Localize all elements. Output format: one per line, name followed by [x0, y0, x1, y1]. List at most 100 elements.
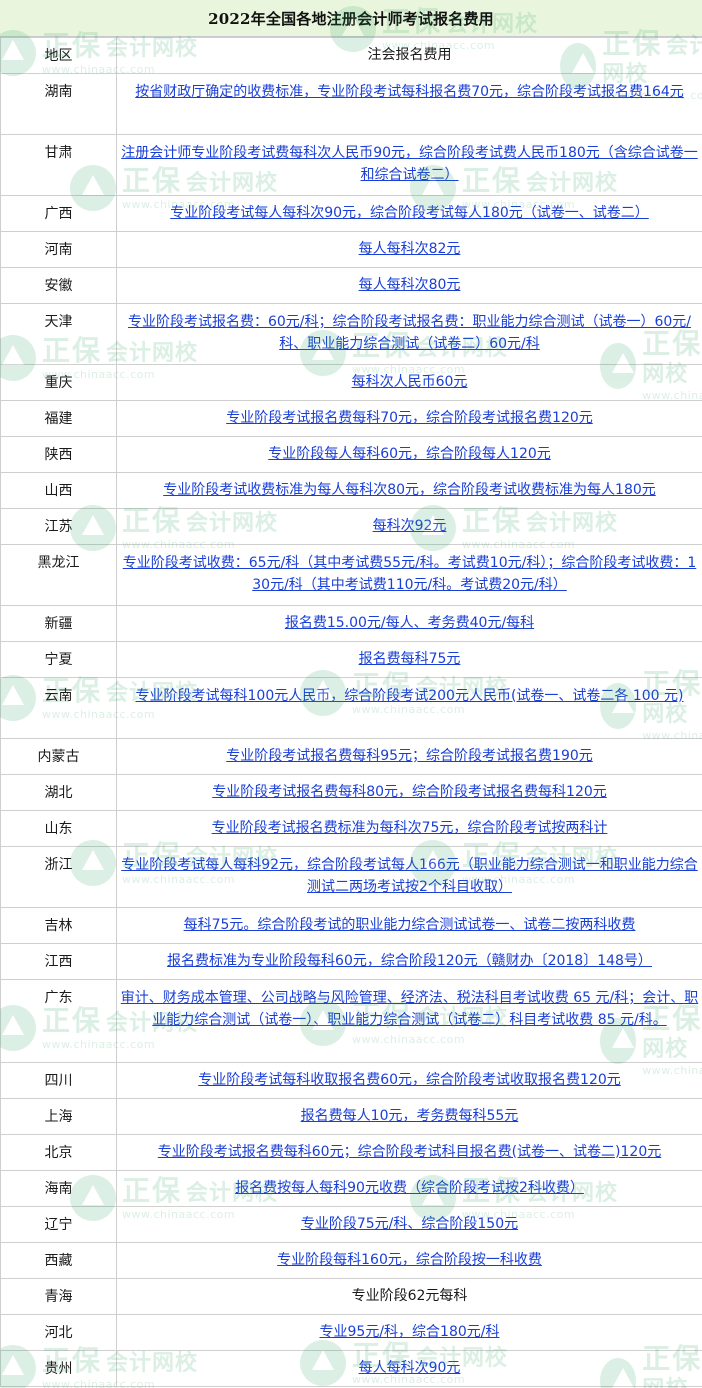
table-row: 青海 专业阶段62元每科 — [0, 1278, 702, 1315]
fee-cell: 每人每科次82元 — [116, 231, 702, 268]
fee-cell: 报名费按每人每科90元收费（综合阶段考试按2科收费） — [116, 1170, 702, 1207]
table-row: 甘肃 注册会计师专业阶段考试费每科次人民币90元，综合阶段考试费人民币180元（含… — [0, 134, 702, 196]
fee-link[interactable]: 专业阶段考试收费标准为每人每科次80元，综合阶段考试收费标准为每人180元 — [163, 482, 656, 498]
fee-link[interactable]: 报名费每人10元，考务费每科55元 — [301, 1108, 519, 1124]
table-row: 安徽 每人每科次80元 — [0, 267, 702, 304]
fee-cell: 专业阶段75元/科、综合阶段150元 — [116, 1206, 702, 1243]
table-row: 云南 专业阶段考试每科100元人民币，综合阶段考试200元人民币(试卷一、试卷二各… — [0, 677, 702, 739]
fee-link[interactable]: 专业阶段75元/科、综合阶段150元 — [301, 1216, 518, 1232]
table-row: 辽宁 专业阶段75元/科、综合阶段150元 — [0, 1206, 702, 1243]
fee-link[interactable]: 每科75元。综合阶段考试的职业能力综合测试试卷一、试卷二按两科收费 — [184, 917, 636, 933]
table-row: 浙江 专业阶段考试每人每科92元，综合阶段考试每人166元（职业能力综合测试一和职… — [0, 846, 702, 908]
fee-table: 地区 注会报名费用 湖南 按省财政厅确定的收费标准，专业阶段考试每科报名费70元，… — [0, 37, 702, 1387]
fee-link[interactable]: 专业阶段每人每科60元，综合阶段每人120元 — [268, 446, 551, 462]
table-row: 北京 专业阶段考试报名费每科60元；综合阶段考试科目报名费(试卷一、试卷二)120… — [0, 1134, 702, 1171]
fee-link[interactable]: 报名费标准为专业阶段每科60元，综合阶段120元（赣财办〔2018〕148号） — [167, 953, 652, 969]
region-cell: 新疆 — [0, 605, 117, 642]
region-cell: 安徽 — [0, 267, 117, 304]
region-cell: 青海 — [0, 1278, 117, 1315]
table-row: 陕西 专业阶段每人每科60元，综合阶段每人120元 — [0, 436, 702, 473]
fee-cell: 专业阶段考试每人每科92元，综合阶段考试每人166元（职业能力综合测试一和职业能… — [116, 846, 702, 908]
region-cell: 四川 — [0, 1062, 117, 1099]
region-cell: 贵州 — [0, 1350, 117, 1387]
region-cell: 浙江 — [0, 846, 117, 908]
fee-link[interactable]: 每人每科次82元 — [359, 241, 461, 257]
region-cell: 江西 — [0, 943, 117, 980]
region-cell: 福建 — [0, 400, 117, 437]
region-cell: 河南 — [0, 231, 117, 268]
fee-link[interactable]: 专业阶段考试每人每科92元，综合阶段考试每人166元（职业能力综合测试一和职业能… — [121, 857, 698, 895]
region-cell: 河北 — [0, 1314, 117, 1351]
region-cell: 湖南 — [0, 73, 117, 135]
region-cell: 广西 — [0, 195, 117, 232]
table-header-row: 地区 注会报名费用 — [0, 37, 702, 74]
fee-link[interactable]: 专业阶段考试报名费：60元/科；综合阶段考试报名费：职业能力综合测试（试卷一）6… — [128, 314, 691, 352]
fee-cell: 每人每科次80元 — [116, 267, 702, 304]
fee-cell: 每科75元。综合阶段考试的职业能力综合测试试卷一、试卷二按两科收费 — [116, 907, 702, 944]
fee-link[interactable]: 每科次人民币60元 — [352, 374, 468, 390]
table-row: 江西 报名费标准为专业阶段每科60元，综合阶段120元（赣财办〔2018〕148号… — [0, 943, 702, 980]
table-row: 天津 专业阶段考试报名费：60元/科；综合阶段考试报名费：职业能力综合测试（试卷一… — [0, 303, 702, 365]
fee-cell: 专业阶段考试报名费：60元/科；综合阶段考试报名费：职业能力综合测试（试卷一）6… — [116, 303, 702, 365]
fee-link[interactable]: 报名费15.00元/每人、考务费40元/每科 — [285, 615, 534, 631]
fee-link[interactable]: 专业阶段考试报名费标准为每科次75元，综合阶段考试按两科计 — [212, 820, 608, 836]
fee-cell: 专业阶段考试每科收取报名费60元，综合阶段考试收取报名费120元 — [116, 1062, 702, 1099]
table-row: 吉林 每科75元。综合阶段考试的职业能力综合测试试卷一、试卷二按两科收费 — [0, 907, 702, 944]
region-cell: 天津 — [0, 303, 117, 365]
table-row: 西藏 专业阶段每科160元，综合阶段按一科收费 — [0, 1242, 702, 1279]
fee-cell: 专业阶段考试报名费每科80元，综合阶段考试报名费每科120元 — [116, 774, 702, 811]
fee-link[interactable]: 专业阶段考试报名费每科80元，综合阶段考试报名费每科120元 — [212, 784, 607, 800]
fee-cell: 专业阶段考试收费：65元/科（其中考试费55元/科。考试费10元/科）；综合阶段… — [116, 544, 702, 606]
region-cell: 西藏 — [0, 1242, 117, 1279]
fee-link[interactable]: 每科次92元 — [373, 518, 447, 534]
fee-cell: 专业95元/科，综合180元/科 — [116, 1314, 702, 1351]
fee-link[interactable]: 每人每科次80元 — [359, 277, 461, 293]
region-cell: 山西 — [0, 472, 117, 509]
fee-cell: 专业阶段每科160元，综合阶段按一科收费 — [116, 1242, 702, 1279]
fee-cell: 专业阶段考试报名费每科70元，综合阶段考试报名费120元 — [116, 400, 702, 437]
fee-link[interactable]: 按省财政厅确定的收费标准，专业阶段考试每科报名费70元，综合阶段考试报名费164… — [135, 84, 684, 100]
fee-link[interactable]: 专业阶段考试收费：65元/科（其中考试费55元/科。考试费10元/科）；综合阶段… — [123, 555, 697, 593]
fee-cell: 专业阶段考试每人每科次90元，综合阶段考试每人180元（试卷一、试卷二） — [116, 195, 702, 232]
region-cell: 吉林 — [0, 907, 117, 944]
fee-cell: 注册会计师专业阶段考试费每科次人民币90元，综合阶段考试费人民币180元（含综合… — [116, 134, 702, 196]
fee-cell: 专业阶段考试每科100元人民币，综合阶段考试200元人民币(试卷一、试卷二各 1… — [116, 677, 702, 739]
region-cell: 北京 — [0, 1134, 117, 1171]
region-cell: 云南 — [0, 677, 117, 739]
region-cell: 黑龙江 — [0, 544, 117, 606]
fee-link[interactable]: 专业阶段每科160元，综合阶段按一科收费 — [277, 1252, 542, 1268]
fee-link[interactable]: 报名费按每人每科90元收费（综合阶段考试按2科收费） — [235, 1180, 584, 1196]
fee-link[interactable]: 专业阶段考试报名费每科60元；综合阶段考试科目报名费(试卷一、试卷二)120元 — [158, 1144, 661, 1160]
fee-link[interactable]: 注册会计师专业阶段考试费每科次人民币90元，综合阶段考试费人民币180元（含综合… — [121, 145, 698, 183]
header-region: 地区 — [0, 37, 117, 74]
fee-text: 专业阶段62元每科 — [351, 1288, 468, 1304]
region-cell: 宁夏 — [0, 641, 117, 678]
region-cell: 上海 — [0, 1098, 117, 1135]
fee-link[interactable]: 专业阶段考试报名费每科70元，综合阶段考试报名费120元 — [226, 410, 593, 426]
fee-cell: 专业阶段62元每科 — [116, 1278, 702, 1315]
fee-link[interactable]: 每人每科次90元 — [359, 1360, 461, 1376]
region-cell: 江苏 — [0, 508, 117, 545]
fee-link[interactable]: 专业阶段考试每科收取报名费60元，综合阶段考试收取报名费120元 — [198, 1072, 621, 1088]
region-cell: 内蒙古 — [0, 738, 117, 775]
table-row: 海南 报名费按每人每科90元收费（综合阶段考试按2科收费） — [0, 1170, 702, 1207]
page: 2022年全国各地注册会计师考试报名费用 地区 注会报名费用 湖南 按省财政厅确定… — [0, 0, 702, 1388]
fee-cell: 每科次人民币60元 — [116, 364, 702, 401]
fee-link[interactable]: 专业阶段考试报名费每科95元；综合阶段考试报名费190元 — [226, 748, 593, 764]
fee-cell: 按省财政厅确定的收费标准，专业阶段考试每科报名费70元，综合阶段考试报名费164… — [116, 73, 702, 135]
table-row: 宁夏 报名费每科75元 — [0, 641, 702, 678]
fee-link[interactable]: 专业95元/科，综合180元/科 — [320, 1324, 500, 1340]
table-row: 广西 专业阶段考试每人每科次90元，综合阶段考试每人180元（试卷一、试卷二） — [0, 195, 702, 232]
fee-link[interactable]: 专业阶段考试每人每科次90元，综合阶段考试每人180元（试卷一、试卷二） — [170, 205, 649, 221]
table-row: 贵州 每人每科次90元 — [0, 1350, 702, 1387]
region-cell: 海南 — [0, 1170, 117, 1207]
region-cell: 甘肃 — [0, 134, 117, 196]
table-row: 江苏 每科次92元 — [0, 508, 702, 545]
fee-link[interactable]: 报名费每科75元 — [359, 651, 461, 667]
fee-cell: 报名费15.00元/每人、考务费40元/每科 — [116, 605, 702, 642]
fee-link[interactable]: 专业阶段考试每科100元人民币，综合阶段考试200元人民币(试卷一、试卷二各 1… — [136, 688, 684, 704]
fee-cell: 专业阶段考试报名费每科95元；综合阶段考试报名费190元 — [116, 738, 702, 775]
table-row: 上海 报名费每人10元，考务费每科55元 — [0, 1098, 702, 1135]
fee-cell: 专业阶段考试报名费每科60元；综合阶段考试科目报名费(试卷一、试卷二)120元 — [116, 1134, 702, 1171]
fee-link[interactable]: 审计、财务成本管理、公司战略与风险管理、经济法、税法科目考试收费 65 元/科；… — [121, 990, 698, 1028]
